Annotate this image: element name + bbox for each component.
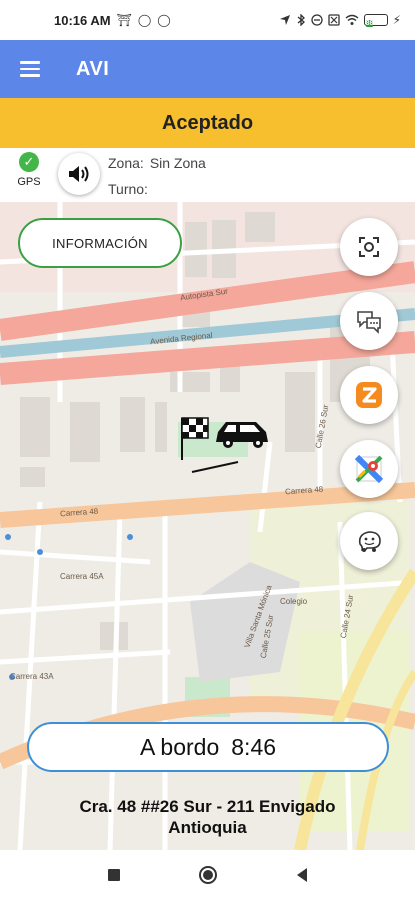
notification-icon-2: ◯ <box>157 13 171 27</box>
information-button[interactable]: INFORMACIÓN <box>18 218 182 268</box>
street-label: Colegio <box>280 597 308 606</box>
recent-apps-button[interactable] <box>102 863 126 887</box>
wifi-icon <box>345 14 359 25</box>
circle-icon <box>198 866 217 884</box>
battery-level: 88 <box>365 20 374 27</box>
dnd-icon <box>310 14 323 26</box>
street-label: Carrera 43A <box>10 672 54 681</box>
zone-value: Sin Zona <box>149 155 206 171</box>
zone-line: Zona: Sin Zona <box>108 155 206 171</box>
address-line-1: Cra. 48 ##26 Sur - 211 Envigado <box>79 797 336 816</box>
shift-label: Turno: <box>108 181 148 197</box>
shift-line: Turno: <box>108 181 154 197</box>
car-notification-icon: ⛩ <box>116 13 132 27</box>
trip-status-banner: Aceptado <box>0 98 415 148</box>
back-triangle-icon <box>296 868 307 882</box>
app-screen: 10:16 AM ⛩ ◯ ◯ 88 ⚡ AVI Aceptado ✓ GPS Z… <box>0 0 415 900</box>
waze-icon <box>358 531 381 552</box>
on-board-time: 8:46 <box>231 733 277 760</box>
sound-button[interactable] <box>58 153 100 195</box>
gps-check-icon: ✓ <box>19 152 39 172</box>
bluetooth-icon <box>297 14 305 26</box>
waze-button[interactable] <box>340 512 398 570</box>
destination-address: Cra. 48 ##26 Sur - 211 Envigado Antioqui… <box>20 796 395 838</box>
driver-info-row: ✓ GPS Zona: Sin Zona Turno: <box>0 148 415 202</box>
hamburger-menu-icon[interactable] <box>0 40 60 98</box>
system-navigation-bar <box>0 850 415 900</box>
car-flag-marker-icon <box>178 417 268 473</box>
zone-label: Zona: <box>108 155 144 171</box>
google-maps-icon <box>355 455 383 483</box>
app-title: AVI <box>76 57 110 80</box>
clock: 10:16 AM <box>54 12 111 28</box>
street-label: Carrera 45A <box>60 572 104 581</box>
status-right-group: 88 ⚡ <box>279 13 401 27</box>
home-button[interactable] <box>196 863 220 887</box>
center-focus-icon <box>359 237 379 257</box>
status-left-group: 10:16 AM ⛩ ◯ ◯ <box>54 13 171 28</box>
chat-icon <box>357 311 381 334</box>
gps-indicator: ✓ GPS <box>10 152 48 188</box>
battery-icon: 88 <box>363 14 388 27</box>
system-status-bar: 10:16 AM ⛩ ◯ ◯ 88 ⚡ <box>0 0 415 40</box>
google-maps-button[interactable] <box>340 440 398 498</box>
zello-button[interactable] <box>340 366 398 424</box>
on-board-label: A bordo <box>139 733 220 760</box>
speaker-icon <box>69 166 89 182</box>
notification-icon: ◯ <box>137 13 152 27</box>
charging-icon: ⚡ <box>392 13 401 27</box>
square-icon <box>107 869 120 881</box>
sim-icon <box>327 14 340 26</box>
on-board-button[interactable]: A bordo 8:46 <box>27 722 389 772</box>
chat-button[interactable] <box>340 292 398 350</box>
back-button[interactable] <box>290 863 314 887</box>
zello-icon <box>356 382 382 408</box>
location-icon <box>279 15 290 25</box>
app-bar: AVI <box>0 40 415 98</box>
address-line-2: Antioquia <box>168 818 247 837</box>
gps-label: GPS <box>17 176 41 188</box>
center-map-button[interactable] <box>340 218 398 276</box>
